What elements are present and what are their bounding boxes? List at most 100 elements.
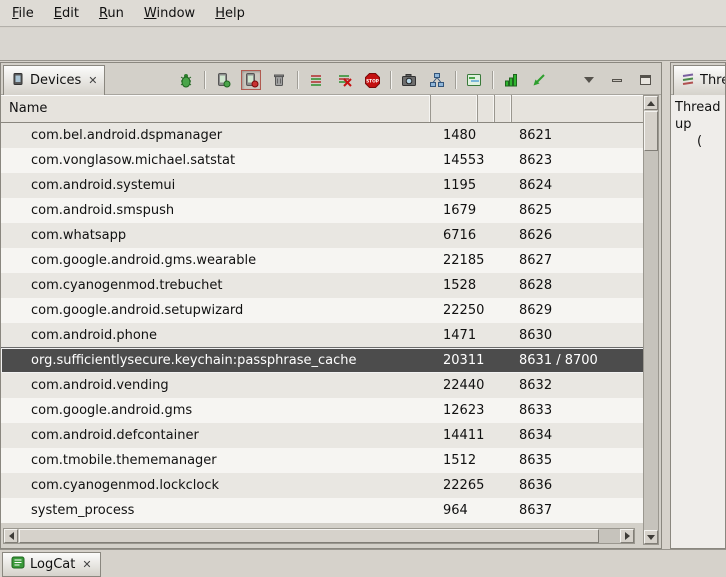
pid-cell: 20311 bbox=[431, 353, 478, 368]
close-icon[interactable]: ✕ bbox=[80, 558, 91, 571]
arrow-left-icon bbox=[9, 532, 14, 540]
toolbar-separator bbox=[297, 71, 298, 89]
hierarchy-viewer-icon[interactable] bbox=[427, 70, 447, 90]
device-row[interactable]: com.android.vending 22440 8632 bbox=[1, 373, 645, 398]
tab-devices[interactable]: Devices ✕ bbox=[3, 65, 105, 95]
port-cell: 8632 bbox=[512, 378, 645, 393]
device-row[interactable]: com.vonglasow.michael.satstat 14553 8623 bbox=[1, 148, 645, 173]
stop-process-icon[interactable]: STOP bbox=[362, 70, 382, 90]
menu-window[interactable]: Window bbox=[134, 2, 205, 25]
menu-file[interactable]: File bbox=[2, 2, 44, 25]
port-cell: 8634 bbox=[512, 428, 645, 443]
table-column-header: Name bbox=[1, 95, 645, 123]
pid-cell: 964 bbox=[431, 503, 478, 518]
bottom-tabbar: LogCat ✕ bbox=[0, 549, 726, 577]
toolbar-separator bbox=[455, 71, 456, 89]
vertical-scrollbar[interactable] bbox=[643, 95, 659, 545]
device-row[interactable]: com.bel.android.dspmanager 1480 8621 bbox=[1, 123, 645, 148]
menu-edit[interactable]: Edit bbox=[44, 2, 89, 25]
threads-message-line1: Thread up bbox=[675, 99, 725, 133]
pid-cell: 22185 bbox=[431, 253, 478, 268]
horizontal-scrollbar[interactable] bbox=[3, 528, 635, 544]
update-heap-icon[interactable] bbox=[213, 70, 233, 90]
port-cell: 8624 bbox=[512, 178, 645, 193]
device-row[interactable]: com.cyanogenmod.lockclock 22265 8636 bbox=[1, 473, 645, 498]
minimize-icon[interactable] bbox=[607, 70, 627, 90]
tab-threads[interactable]: Threa bbox=[673, 65, 726, 95]
debug-process-icon[interactable] bbox=[176, 70, 196, 90]
main-area: Devices ✕ bbox=[0, 62, 726, 549]
pid-cell: 22440 bbox=[431, 378, 478, 393]
port-cell: 8621 bbox=[512, 128, 645, 143]
device-row[interactable]: system_process 964 8637 bbox=[1, 498, 645, 523]
process-name-cell: com.android.defcontainer bbox=[1, 428, 431, 443]
device-row[interactable]: com.google.android.gms 12623 8633 bbox=[1, 398, 645, 423]
device-row[interactable]: org.sufficientlysecure.keychain:passphra… bbox=[1, 348, 645, 373]
screen-capture-icon[interactable] bbox=[399, 70, 419, 90]
tab-devices-label: Devices bbox=[30, 73, 81, 88]
port-cell: 8631 / 8700 bbox=[512, 353, 645, 368]
port-cell: 8625 bbox=[512, 203, 645, 218]
scroll-down-button[interactable] bbox=[644, 530, 658, 544]
device-row[interactable]: com.cyanogenmod.trebuchet 1528 8628 bbox=[1, 273, 645, 298]
menu-run[interactable]: Run bbox=[89, 2, 134, 25]
panel-sash[interactable] bbox=[662, 62, 670, 549]
tab-logcat[interactable]: LogCat ✕ bbox=[2, 552, 101, 577]
network-stats-icon[interactable] bbox=[501, 70, 521, 90]
device-row[interactable]: com.whatsapp 6716 8626 bbox=[1, 223, 645, 248]
column-header-name[interactable]: Name bbox=[1, 95, 431, 122]
device-row[interactable]: com.android.smspush 1679 8625 bbox=[1, 198, 645, 223]
cause-gc-icon[interactable] bbox=[269, 70, 289, 90]
pid-cell: 1471 bbox=[431, 328, 478, 343]
pid-cell: 22250 bbox=[431, 303, 478, 318]
device-icon bbox=[11, 72, 25, 90]
column-header-port[interactable] bbox=[512, 95, 645, 122]
pid-cell: 12623 bbox=[431, 403, 478, 418]
process-name-cell: com.android.vending bbox=[1, 378, 431, 393]
process-name-cell: com.tmobile.thememanager bbox=[1, 453, 431, 468]
device-row[interactable]: com.android.defcontainer 14411 8634 bbox=[1, 423, 645, 448]
update-threads-icon[interactable] bbox=[306, 70, 326, 90]
pid-cell: 6716 bbox=[431, 228, 478, 243]
device-row[interactable]: com.google.android.setupwizard 22250 862… bbox=[1, 298, 645, 323]
pid-cell: 1679 bbox=[431, 203, 478, 218]
process-name-cell: com.cyanogenmod.lockclock bbox=[1, 478, 431, 493]
scroll-right-button[interactable] bbox=[620, 529, 634, 543]
horizontal-scrollbar-thumb[interactable] bbox=[19, 529, 599, 543]
device-row[interactable]: com.android.phone 1471 8630 bbox=[1, 323, 645, 348]
start-method-profiling-icon[interactable] bbox=[334, 70, 354, 90]
process-name-cell: com.android.systemui bbox=[1, 178, 431, 193]
process-name-cell: system_process bbox=[1, 503, 431, 518]
pid-cell: 14411 bbox=[431, 428, 478, 443]
scroll-up-button[interactable] bbox=[644, 96, 658, 110]
pid-cell: 1512 bbox=[431, 453, 478, 468]
pid-cell: 1195 bbox=[431, 178, 478, 193]
threads-view: Threa Thread up ( bbox=[670, 62, 726, 549]
device-row[interactable]: com.tmobile.thememanager 1512 8635 bbox=[1, 448, 645, 473]
process-name-cell: com.google.android.gms bbox=[1, 403, 431, 418]
view-menu-icon[interactable] bbox=[579, 70, 599, 90]
vertical-scrollbar-thumb[interactable] bbox=[644, 111, 658, 151]
column-header-spacer2[interactable] bbox=[495, 95, 512, 122]
port-cell: 8635 bbox=[512, 453, 645, 468]
port-cell: 8623 bbox=[512, 153, 645, 168]
menu-help[interactable]: Help bbox=[205, 2, 255, 25]
port-cell: 8636 bbox=[512, 478, 645, 493]
toolbar-separator bbox=[390, 71, 391, 89]
maximize-icon[interactable] bbox=[635, 70, 655, 90]
port-cell: 8637 bbox=[512, 503, 645, 518]
column-header-pid[interactable] bbox=[431, 95, 478, 122]
dump-hprof-icon[interactable] bbox=[241, 70, 261, 90]
process-name-cell: org.sufficientlysecure.keychain:passphra… bbox=[1, 353, 431, 368]
column-header-spacer1[interactable] bbox=[478, 95, 495, 122]
close-icon[interactable]: ✕ bbox=[86, 74, 97, 87]
process-name-cell: com.vonglasow.michael.satstat bbox=[1, 153, 431, 168]
device-row[interactable]: com.android.systemui 1195 8624 bbox=[1, 173, 645, 198]
ddms-window: File Edit Run Window Help Devices ✕ bbox=[0, 0, 726, 577]
toolbar-separator bbox=[204, 71, 205, 89]
arrow-down-icon bbox=[647, 535, 655, 540]
opengl-trace-icon[interactable] bbox=[529, 70, 549, 90]
scroll-left-button[interactable] bbox=[4, 529, 18, 543]
systrace-icon[interactable] bbox=[464, 70, 484, 90]
device-row[interactable]: com.google.android.gms.wearable 22185 86… bbox=[1, 248, 645, 273]
